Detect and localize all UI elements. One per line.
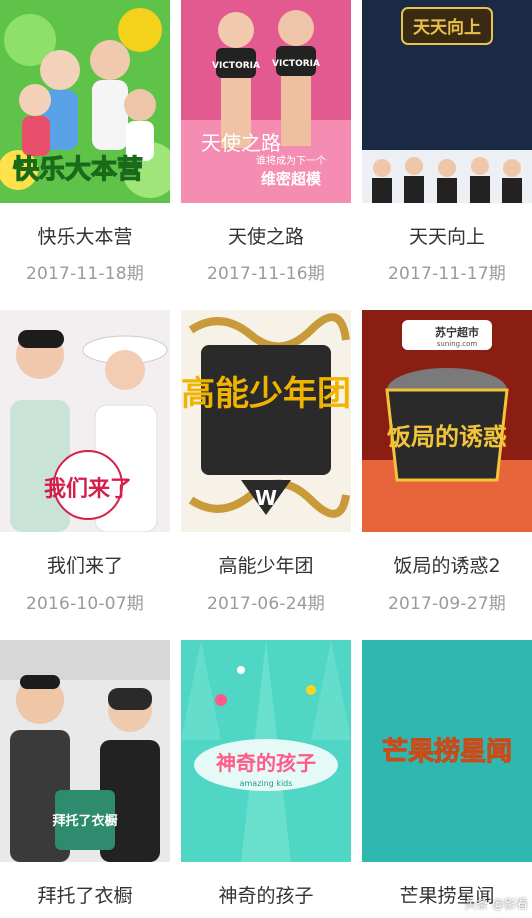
poster-tagline: amazing kids [240,779,293,788]
show-poster[interactable]: 拜托了衣橱 [0,640,170,862]
show-poster[interactable]: 高能少年团 W [181,310,351,532]
show-card-kuaile-dabenying[interactable]: 快乐大本营 快乐大本营 2017-11-18期 [0,0,170,300]
episode-date: 2017-11-18期 [26,264,144,284]
sponsor-url: suning.com [437,340,478,348]
poster-logo: 饭局的诱惑 [387,423,507,451]
poster-logo: 我们来了 [44,476,132,502]
episode-date: 2017-06-24期 [207,594,325,614]
episode-date: 2017-11-16期 [207,264,325,284]
poster-tagline: 谁将成为下一个 [256,155,326,167]
show-poster[interactable]: 快乐大本营 [0,0,170,203]
poster-logo: 天天向上 [413,17,481,38]
show-title: 神奇的孩子 [218,885,314,907]
show-card-gaoneng-shaoniantuan[interactable]: 高能少年团 W 高能少年团 2017-06-24期 [181,310,351,614]
show-poster[interactable]: 芒果捞星闻 [362,640,532,862]
poster-brand-right: VICTORIA [272,59,320,69]
show-card-tiantian-xiangshang[interactable]: 天天向上 天天向上 2017-11-17期 [362,0,532,300]
poster-logo: 拜托了衣橱 [52,813,117,829]
show-poster[interactable]: VICTORIA VICTORIA 天使之路 谁将成为下一个 维密超模 [181,0,351,203]
show-title: 高能少年团 [218,555,314,577]
show-grid: 快乐大本营 快乐大本营 2017-11-18期 VICTORIA VICTORI… [0,0,532,918]
show-card-shenqi-de-haizi[interactable]: 神奇的孩子 amazing kids 神奇的孩子 [181,640,351,918]
poster-brand-left: VICTORIA [212,61,260,71]
show-card-tianshi-zhilu[interactable]: VICTORIA VICTORIA 天使之路 谁将成为下一个 维密超模 天使之路… [181,0,351,300]
poster-logo: 快乐大本营 [13,155,143,185]
show-title: 天使之路 [227,226,304,248]
poster-logo: 天使之路 [201,131,281,155]
episode-date: 2016-10-07期 [26,594,144,614]
svg-text:W: W [255,486,277,510]
show-title: 我们来了 [46,555,123,577]
watermark: 头条 @影看 [464,897,528,911]
show-poster[interactable]: 天天向上 [362,0,532,203]
sponsor-name: 苏宁超市 [435,325,479,339]
poster-logo: 高能少年团 [181,374,351,414]
show-card-baituole-yichu[interactable]: 拜托了衣橱 拜托了衣橱 [0,640,170,918]
show-title: 天天向上 [408,226,485,248]
poster-logo: 神奇的孩子 [216,751,316,775]
show-card-mangguo-laoxingwen[interactable]: 芒果捞星闻 芒果捞星闻 头条 @影看 [362,640,532,918]
show-title: 饭局的诱惑2 [393,555,501,577]
show-poster[interactable]: 苏宁超市 suning.com 饭局的诱惑 [362,310,532,532]
show-title: 拜托了衣橱 [37,885,133,907]
show-poster[interactable]: 我们来了 [0,310,170,532]
show-poster[interactable]: 神奇的孩子 amazing kids [181,640,351,862]
episode-date: 2017-09-27期 [388,594,506,614]
episode-date: 2017-11-17期 [388,264,506,284]
show-card-women-laile[interactable]: 我们来了 我们来了 2016-10-07期 [0,310,170,614]
show-title: 快乐大本营 [37,226,133,248]
poster-logo: 芒果捞星闻 [382,737,512,767]
poster-subtitle: 维密超模 [261,170,322,188]
show-card-fanju-de-youhuo[interactable]: 苏宁超市 suning.com 饭局的诱惑 饭局的诱惑2 2017-09-27期 [362,310,532,614]
